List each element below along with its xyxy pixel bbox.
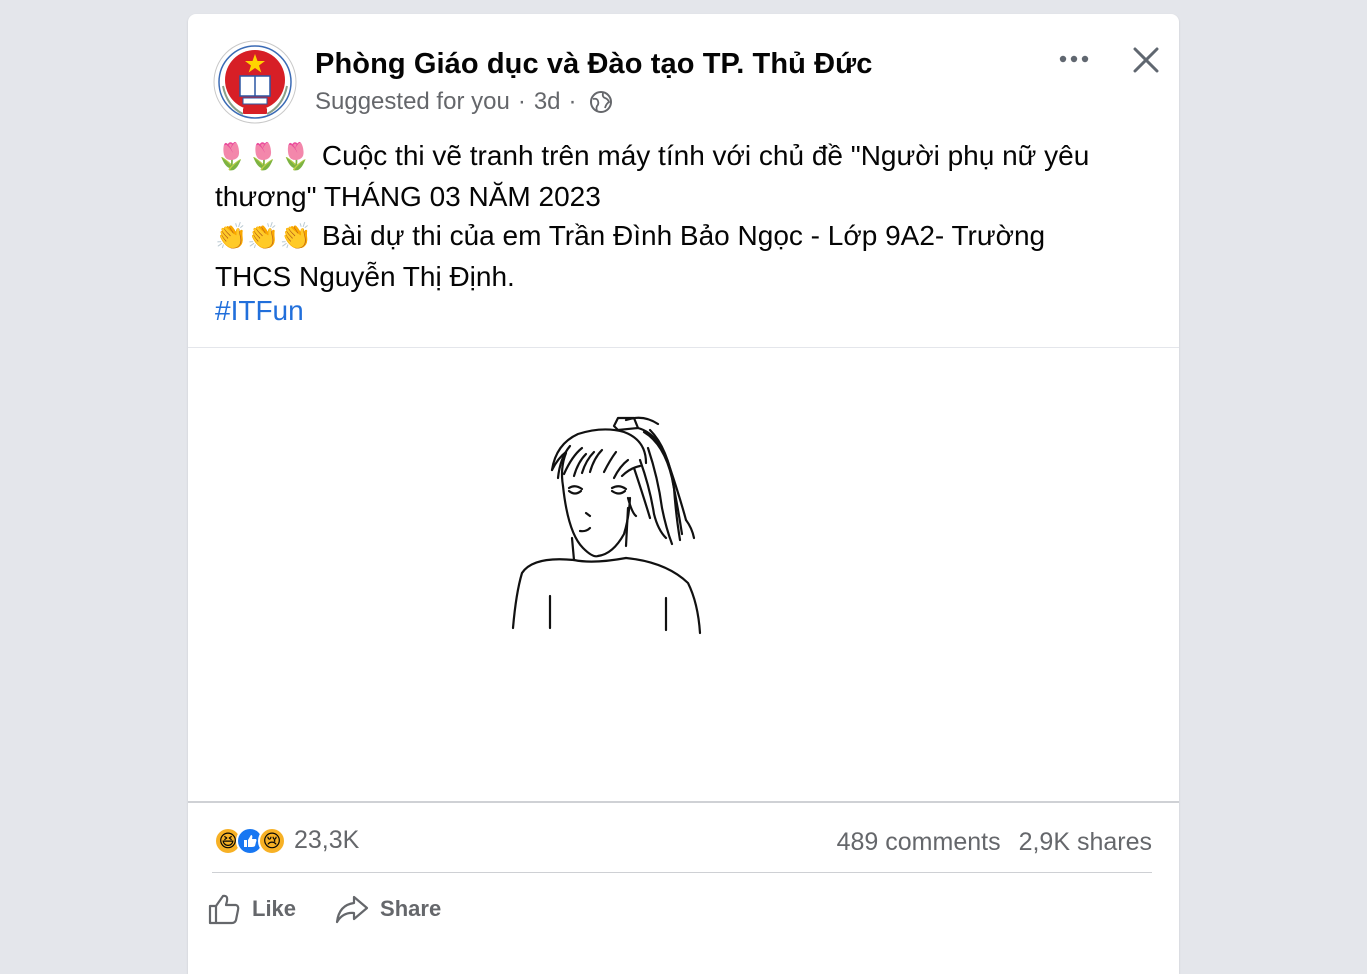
close-icon — [1133, 47, 1159, 73]
shares-count[interactable]: 2,9K shares — [1019, 828, 1152, 857]
comments-count[interactable]: 489 comments — [837, 828, 1001, 857]
share-label: Share — [380, 896, 442, 921]
actions-divider — [212, 872, 1152, 873]
more-options-button[interactable] — [1054, 44, 1094, 74]
like-label: Like — [252, 896, 297, 921]
post-text-line-3: 👏👏👏 Bài dự thi của em Trần Đình Bảo Ngọc… — [215, 216, 1155, 257]
post-text: 🌷🌷🌷 Cuộc thi vẽ tranh trên máy tính với … — [215, 136, 1155, 326]
post-text-line-2: thương" THÁNG 03 NĂM 2023 — [215, 180, 601, 212]
share-icon — [335, 895, 369, 924]
reactions-summary[interactable]: 😆 😢 23,3K — [214, 826, 359, 855]
page-avatar[interactable] — [213, 40, 297, 124]
post-text-line-4: THCS Nguyễn Thị Định. — [215, 260, 515, 292]
post-stats: 😆 😢 23,3K 489 comments 2,9K shares — [188, 820, 1179, 866]
post-text-line-3-content: Bài dự thi của em Trần Đình Bảo Ngọc - L… — [321, 220, 1046, 251]
reaction-count: 23,3K — [294, 826, 360, 854]
post-header: Phòng Giáo dục và Đào tạo TP. Thủ Đức Su… — [188, 14, 1179, 134]
meta-separator-2: · — [568, 88, 577, 115]
suggested-label: Suggested for you — [315, 88, 510, 115]
post-actions: Like Share — [206, 884, 441, 934]
post-meta: Suggested for you · 3d · — [315, 88, 613, 116]
tulip-emoji: 🌷🌷🌷 — [215, 141, 313, 171]
thumbs-up-icon — [208, 894, 240, 925]
sad-reaction-icon: 😢 — [258, 826, 286, 855]
engagement-counts: 489 comments 2,9K shares — [837, 828, 1152, 857]
post-text-line-1: 🌷🌷🌷 Cuộc thi vẽ tranh trên máy tính với … — [215, 136, 1155, 177]
close-button[interactable] — [1128, 42, 1164, 78]
page-name[interactable]: Phòng Giáo dục và Đào tạo TP. Thủ Đức — [315, 48, 873, 81]
meta-separator: · — [517, 88, 526, 115]
post-card: Phòng Giáo dục và Đào tạo TP. Thủ Đức Su… — [188, 14, 1179, 974]
hashtag-link[interactable]: #ITFun — [215, 296, 1155, 326]
drawing-girl-illustration — [511, 416, 702, 635]
share-button[interactable]: Share — [334, 891, 441, 927]
post-time[interactable]: 3d — [534, 88, 561, 116]
more-options-icon — [1059, 55, 1089, 63]
post-text-line-1-content: Cuộc thi vẽ tranh trên máy tính với chủ … — [321, 140, 1090, 171]
like-button[interactable]: Like — [206, 891, 296, 927]
post-image[interactable] — [188, 347, 1179, 803]
globe-icon — [589, 91, 612, 113]
clap-emoji: 👏👏👏 — [215, 221, 313, 251]
